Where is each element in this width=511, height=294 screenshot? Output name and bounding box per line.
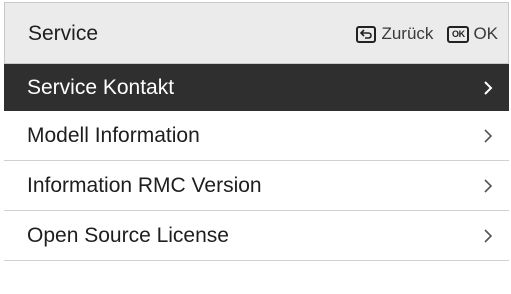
- chevron-right-icon: [484, 128, 493, 143]
- menu-item-information-rmc-version[interactable]: Information RMC Version: [4, 161, 509, 211]
- page-title: Service: [28, 22, 99, 45]
- service-screen: Service Zurück OK OK Service Kontakt Mod…: [0, 0, 511, 294]
- chevron-right-icon: [484, 80, 493, 95]
- ok-label[interactable]: OK: [473, 24, 498, 44]
- menu-item-open-source-license[interactable]: Open Source License: [4, 211, 509, 261]
- service-menu: Service Kontakt Modell Information Infor…: [4, 64, 509, 261]
- back-arrow-glyph: [360, 29, 373, 39]
- menu-item-label: Open Source License: [27, 223, 229, 247]
- menu-item-modell-information[interactable]: Modell Information: [4, 111, 509, 161]
- back-arrow-icon[interactable]: [356, 25, 377, 43]
- chevron-right-icon: [484, 228, 493, 243]
- menu-item-service-kontakt[interactable]: Service Kontakt: [4, 64, 509, 111]
- back-label[interactable]: Zurück: [381, 24, 433, 44]
- menu-item-label: Service Kontakt: [27, 75, 175, 99]
- chevron-right-icon: [484, 178, 493, 193]
- menu-item-label: Information RMC Version: [27, 173, 262, 197]
- ok-key-icon[interactable]: OK: [447, 25, 470, 43]
- header-actions: Zurück OK OK: [356, 3, 498, 65]
- header-bar: Service Zurück OK OK: [4, 2, 509, 64]
- menu-item-label: Modell Information: [27, 123, 200, 147]
